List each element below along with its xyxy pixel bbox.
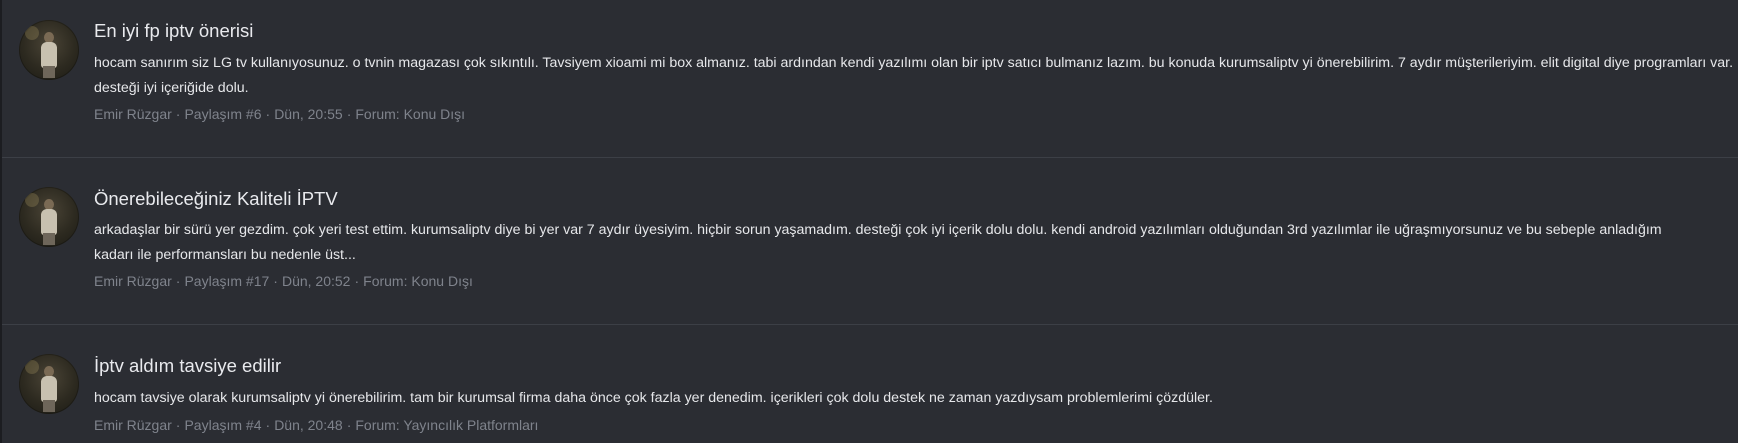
avatar-figure-body — [41, 42, 57, 68]
post-meta: Emir Rüzgar · Paylaşım #6 · Dün, 20:55 · Forum… — [94, 106, 465, 122]
search-results-list: En iyi fp iptv önerisi hocam sanırım siz… — [0, 0, 1738, 443]
post-title-link[interactable]: En iyi fp iptv önerisi — [94, 20, 253, 42]
post-result: Önerebileceğiniz Kaliteli İPTV arkadaşla… — [2, 168, 1738, 335]
post-number-link[interactable]: Paylaşım #17 — [184, 273, 269, 289]
post-time: Dün, 20:48 — [274, 417, 343, 433]
meta-separator: · — [175, 106, 181, 122]
meta-separator: · — [175, 417, 181, 433]
post-result: En iyi fp iptv önerisi hocam sanırım siz… — [2, 0, 1738, 167]
post-snippet-line: arkadaşlar bir sürü yer gezdim. çok yeri… — [94, 222, 1662, 238]
avatar-glow — [25, 26, 39, 40]
post-time: Dün, 20:55 — [274, 106, 343, 122]
avatar-glow — [25, 193, 39, 207]
post-title-link[interactable]: İptv aldım tavsiye edilir — [94, 355, 281, 377]
post-meta: Emir Rüzgar · Paylaşım #17 · Dün, 20:52 · Foru… — [94, 273, 473, 289]
avatar-figure-legs — [43, 66, 55, 78]
post-time: Dün, 20:52 — [281, 273, 351, 289]
author-link[interactable]: Emir Rüzgar — [94, 273, 172, 289]
meta-separator: · — [265, 417, 271, 433]
post-snippet-line: kadarı ile performansları bu nedenle üst… — [94, 247, 356, 263]
post-title-link[interactable]: Önerebileceğiniz Kaliteli İPTV — [94, 188, 338, 210]
author-link[interactable]: Emir Rüzgar — [94, 106, 172, 122]
avatar-figure-body — [41, 376, 57, 402]
forum-link[interactable]: Forum: Yayıncılık Platformları — [355, 417, 538, 433]
post-number-link[interactable]: Paylaşım #4 — [184, 417, 261, 433]
post-meta: Emir Rüzgar · Paylaşım #4 · Dün, 20:48 · Forum… — [94, 417, 538, 433]
avatar[interactable] — [19, 354, 79, 414]
post-result: İptv aldım tavsiye edilir hocam tavsiye … — [2, 336, 1738, 443]
divider — [2, 157, 1738, 158]
avatar[interactable] — [19, 20, 79, 80]
forum-link[interactable]: Forum: Konu Dışı — [355, 106, 465, 122]
meta-separator: · — [175, 273, 181, 289]
post-snippet: hocam tavsiye olarak kurumsaliptv yi öne… — [94, 390, 1213, 406]
meta-separator: · — [346, 417, 352, 433]
meta-separator: · — [273, 273, 278, 289]
author-link[interactable]: Emir Rüzgar — [94, 417, 172, 433]
avatar-figure-body — [41, 209, 57, 235]
forum-link[interactable]: Forum: Konu Dışı — [363, 273, 473, 289]
divider — [2, 324, 1738, 325]
post-snippet: arkadaşlar bir sürü yer gezdim. çok yeri… — [94, 218, 1734, 268]
post-snippet: hocam sanırım siz LG tv kullanıyosunuz. … — [94, 55, 1734, 96]
meta-separator: · — [354, 273, 360, 289]
avatar[interactable] — [19, 187, 79, 247]
avatar-figure-legs — [43, 400, 55, 412]
meta-separator: · — [346, 106, 352, 122]
avatar-figure-legs — [43, 233, 55, 245]
avatar-glow — [25, 360, 39, 374]
post-number-link[interactable]: Paylaşım #6 — [184, 106, 261, 122]
meta-separator: · — [265, 106, 271, 122]
